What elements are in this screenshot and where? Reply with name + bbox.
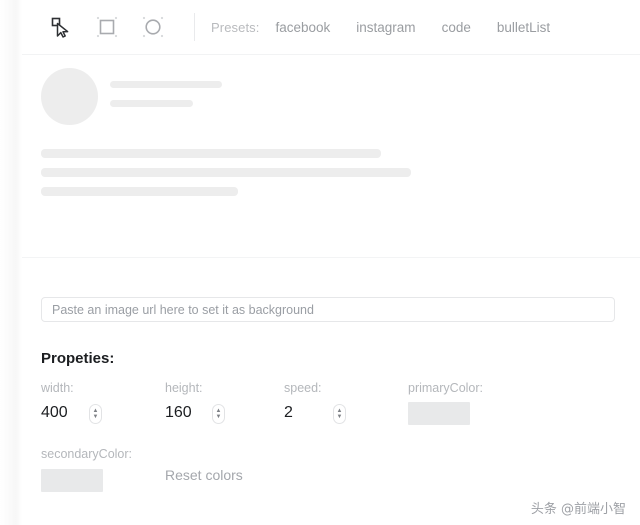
left-edge-shadow [0,0,22,525]
app-root: Presets: facebook instagram code bulletL… [0,0,640,525]
cursor-select-icon [51,17,69,38]
speed-label: speed: [284,381,322,395]
reset-colors-button[interactable]: Reset colors [165,467,243,483]
skeleton-line-1 [110,81,222,88]
toolbar-divider [194,13,195,41]
secondary-color-swatch[interactable] [41,469,103,492]
skeleton-line-4 [41,168,411,177]
circle-shape-icon [142,16,164,38]
skeleton-line-3 [41,149,381,158]
width-label: width: [41,381,74,395]
chevron-down-icon: ▼ [92,414,99,420]
preset-code[interactable]: code [442,20,471,35]
chevron-down-icon: ▼ [215,414,222,420]
pointer-select-tool[interactable] [42,10,80,44]
height-label: height: [165,381,203,395]
properties-title: Propeties: [41,350,115,367]
background-url-row [41,297,615,322]
skeleton-avatar-circle [41,68,98,125]
preset-facebook[interactable]: facebook [275,20,330,35]
skeleton-preview-canvas[interactable] [22,55,640,258]
circle-tool[interactable] [134,10,172,44]
square-shape-icon [96,16,118,38]
height-stepper[interactable]: ▲ ▼ [212,404,225,424]
secondary-color-label: secondaryColor: [41,447,133,461]
presets-label: Presets: [211,19,260,35]
primary-color-swatch[interactable] [408,402,470,425]
width-value[interactable]: 400 [41,404,68,422]
height-value[interactable]: 160 [165,404,192,422]
skeleton-line-2 [110,100,193,107]
speed-stepper[interactable]: ▲ ▼ [333,404,346,424]
background-url-input[interactable] [41,297,615,322]
chevron-down-icon: ▼ [336,414,343,420]
watermark: 头条 @前端小智 [530,502,626,517]
preset-instagram[interactable]: instagram [356,20,415,35]
preset-bulletlist[interactable]: bulletList [497,20,550,35]
toolbar: Presets: facebook instagram code bulletL… [22,0,640,55]
speed-value[interactable]: 2 [284,404,293,422]
rect-tool[interactable] [88,10,126,44]
width-stepper[interactable]: ▲ ▼ [89,404,102,424]
primary-color-label: primaryColor: [408,381,484,395]
skeleton-line-5 [41,187,238,196]
